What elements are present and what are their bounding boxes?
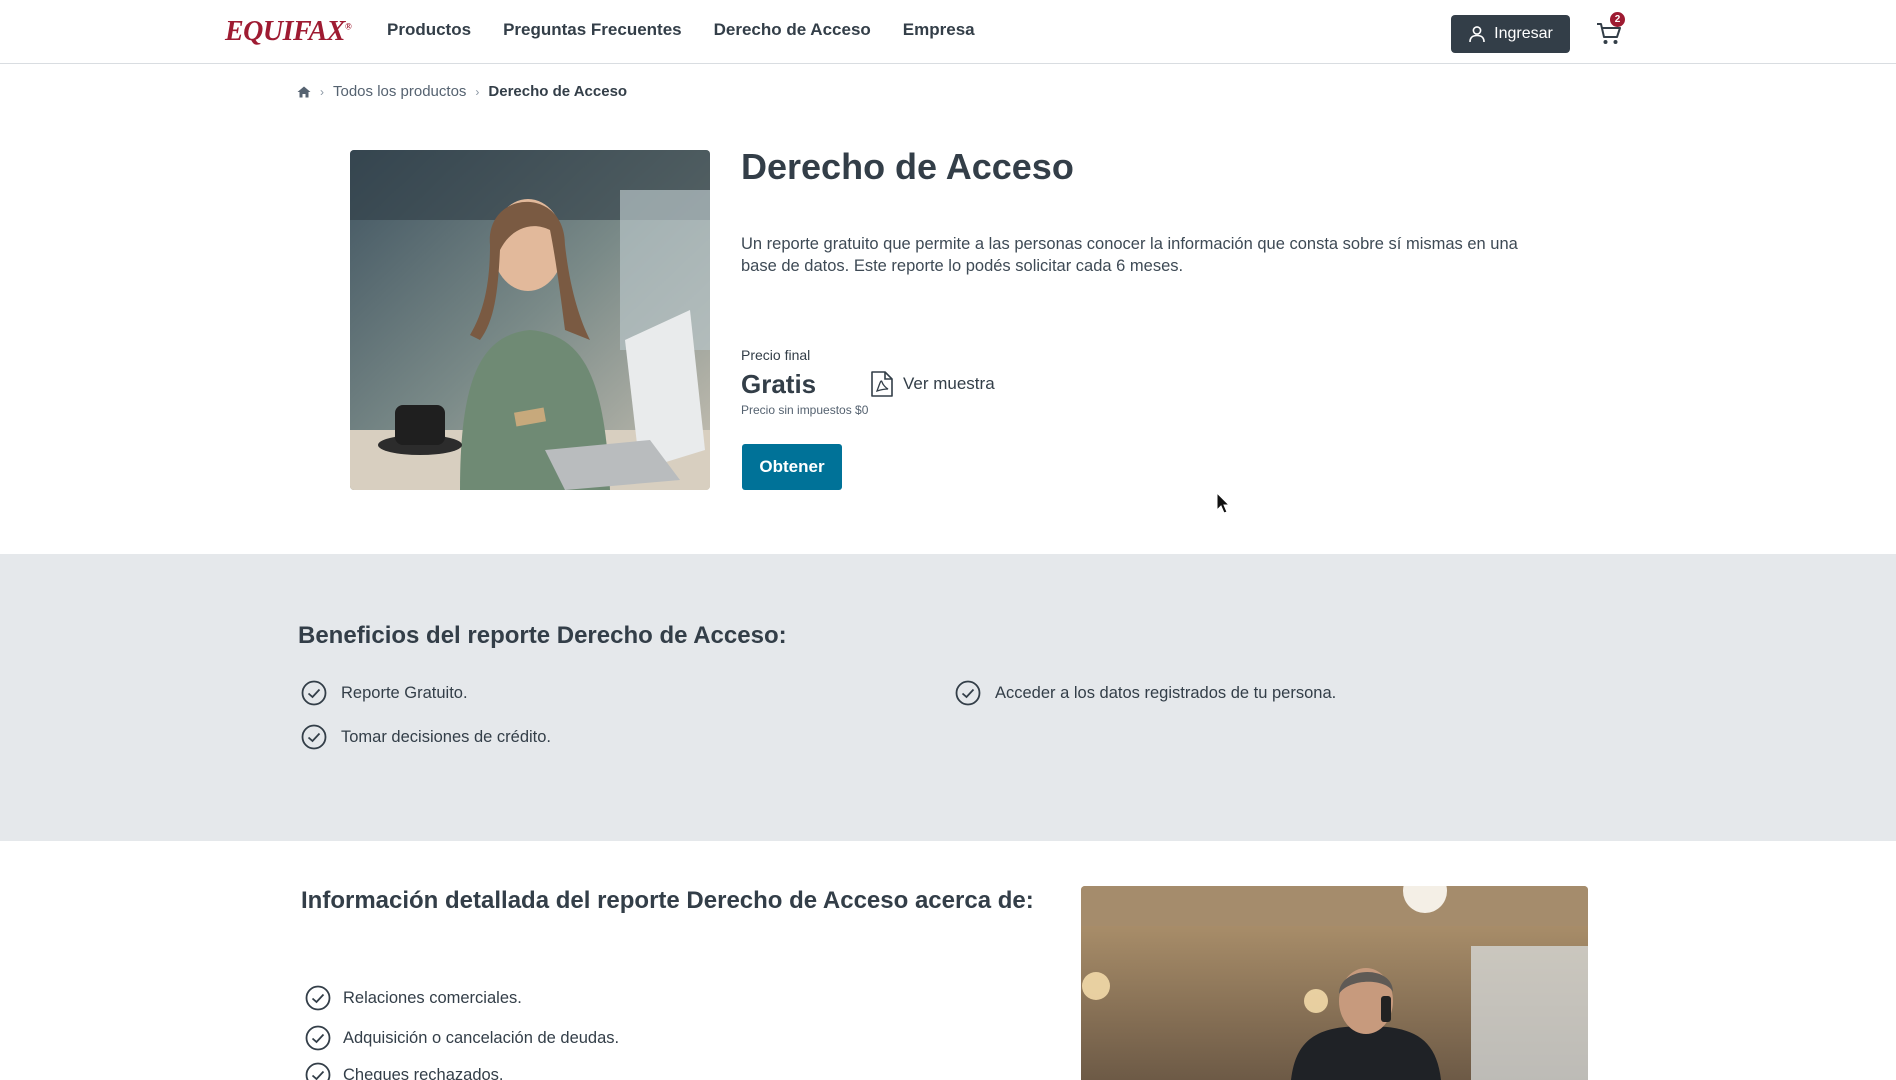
benefit-item: Reporte Gratuito.: [301, 680, 468, 706]
detail-item: Cheques rechazados.: [305, 1062, 504, 1080]
breadcrumb-todos-los-productos[interactable]: Todos los productos: [333, 83, 466, 100]
login-label: Ingresar: [1494, 25, 1553, 42]
view-sample-link[interactable]: Ver muestra: [871, 371, 995, 397]
details-title: Información detallada del reporte Derech…: [301, 887, 1034, 914]
detail-label: Adquisición o cancelación de deudas.: [343, 1028, 620, 1047]
check-circle-icon: [955, 680, 981, 706]
pdf-icon: [871, 371, 893, 397]
benefit-item: Acceder a los datos registrados de tu pe…: [955, 680, 1336, 706]
login-button[interactable]: Ingresar: [1451, 15, 1570, 53]
benefit-item: Tomar decisiones de crédito.: [301, 724, 551, 750]
detail-item: Relaciones comerciales.: [305, 985, 522, 1011]
nav-preguntas-frecuentes[interactable]: Preguntas Frecuentes: [503, 20, 682, 40]
benefits-title: Beneficios del reporte Derecho de Acceso…: [298, 622, 787, 649]
benefits-section: Beneficios del reporte Derecho de Acceso…: [0, 554, 1896, 841]
product-description: Un reporte gratuito que permite a las pe…: [741, 235, 1518, 275]
nav-productos[interactable]: Productos: [387, 20, 471, 40]
site-header: EQUIFAX® Productos Preguntas Frecuentes …: [0, 0, 1896, 64]
mouse-cursor-icon: [1216, 492, 1230, 514]
check-circle-icon: [305, 985, 331, 1011]
breadcrumb-separator-icon: ›: [320, 84, 324, 99]
main-nav: Productos Preguntas Frecuentes Derecho d…: [387, 20, 1007, 40]
benefit-label: Tomar decisiones de crédito.: [341, 727, 552, 746]
nav-empresa[interactable]: Empresa: [903, 20, 975, 40]
detail-item: Adquisición o cancelación de deudas.: [305, 1025, 619, 1051]
check-circle-icon: [305, 1025, 331, 1051]
product-title: Derecho de Acceso: [741, 146, 1074, 187]
detail-label: Relaciones comerciales.: [343, 988, 522, 1007]
breadcrumb-current: Derecho de Acceso: [488, 83, 628, 100]
price-label: Precio final: [741, 347, 811, 363]
benefit-label: Reporte Gratuito.: [341, 683, 468, 702]
benefit-label: Acceder a los datos registrados de tu pe…: [995, 683, 1337, 702]
detail-label: Cheques rechazados.: [343, 1065, 504, 1080]
view-sample-label: Ver muestra: [903, 374, 995, 393]
breadcrumb-separator-icon: ›: [475, 84, 480, 99]
obtain-button[interactable]: Obtener: [742, 444, 842, 490]
check-circle-icon: [305, 1062, 331, 1080]
product-image-woman-laptop: [350, 150, 710, 490]
check-circle-icon: [301, 680, 327, 706]
cart-count-badge: 2: [1610, 12, 1625, 27]
user-icon: [1469, 26, 1485, 43]
price-note: Precio sin impuestos $0: [741, 403, 869, 417]
price-value: Gratis: [741, 369, 817, 399]
details-image-man-phone: [1081, 886, 1588, 1080]
equifax-logo[interactable]: EQUIFAX®: [225, 16, 352, 48]
breadcrumb: › Todos los productos › Derecho de Acces…: [297, 83, 627, 100]
home-icon[interactable]: [297, 86, 311, 98]
nav-derecho-de-acceso[interactable]: Derecho de Acceso: [714, 20, 871, 40]
check-circle-icon: [301, 724, 327, 750]
